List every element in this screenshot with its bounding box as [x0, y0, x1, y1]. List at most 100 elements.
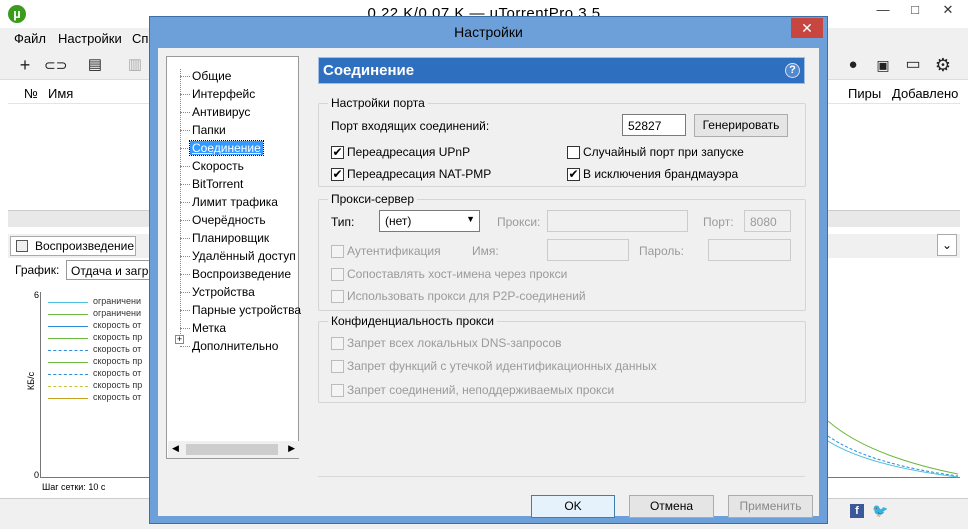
no-dns-checkbox[interactable] — [331, 337, 344, 350]
tree-item-10[interactable]: Удалённый доступ — [192, 248, 296, 264]
proxy-p2p-checkbox[interactable] — [331, 290, 344, 303]
tree-item-label: Удалённый доступ — [192, 249, 296, 263]
proxy-host-input[interactable] — [547, 210, 688, 232]
window-close-button[interactable]: ✕ — [933, 0, 963, 20]
legend-label: ограничени — [93, 296, 141, 306]
add-link-icon[interactable]: ⊂⊃ — [44, 54, 67, 76]
legend-line — [48, 314, 88, 315]
legend-label: скорость пр — [93, 332, 143, 342]
upnp-checkbox[interactable]: ✔ — [331, 146, 344, 159]
legend-line — [48, 350, 88, 351]
tab-playback[interactable]: Воспроизведение — [10, 236, 136, 256]
proxy-port-label: Порт: — [703, 215, 734, 229]
proxy-group-title: Прокси-сервер — [328, 192, 417, 206]
graph-legend: ограничени ограничени скорость от скорость … — [48, 296, 148, 416]
tree-connector — [180, 94, 190, 95]
apply-button[interactable]: Применить — [728, 495, 813, 518]
tree-item-4[interactable]: Соединение — [189, 140, 264, 156]
tree-item-8[interactable]: Очерёдность — [192, 212, 266, 228]
tree-item-7[interactable]: Лимит трафика — [192, 194, 278, 210]
tree-item-2[interactable]: Антивирус — [192, 104, 250, 120]
minimize-button[interactable]: — — [868, 0, 898, 20]
ok-button[interactable]: OK — [531, 495, 615, 518]
tree-expand-icon[interactable]: + — [175, 335, 184, 344]
proxy-type-select[interactable]: (нет) ▼ — [379, 210, 480, 232]
tree-item-label: Дополнительно — [192, 339, 279, 353]
tree-connector — [180, 292, 190, 293]
tree-item-label: Лимит трафика — [192, 195, 278, 209]
tree-item-1[interactable]: Интерфейс — [192, 86, 255, 102]
playback-icon — [16, 240, 28, 252]
twitter-icon[interactable]: 🐦 — [872, 503, 888, 519]
legend-label: скорость пр — [93, 356, 143, 366]
tree-item-12[interactable]: Устройства — [192, 284, 255, 300]
expand-chevron-icon[interactable]: ⌄ — [937, 234, 957, 256]
incoming-port-input[interactable]: 52827 — [622, 114, 686, 136]
legend-line — [48, 326, 88, 327]
no-leak-checkbox[interactable] — [331, 360, 344, 373]
col-peers[interactable]: Пиры — [848, 86, 881, 101]
tree-item-6[interactable]: BitTorrent — [192, 176, 243, 192]
scroll-left-icon[interactable]: ◀ — [172, 443, 179, 454]
tree-item-15[interactable]: Дополнительно — [192, 338, 278, 354]
settings-dialog: Настройки ✕ Общие Интерфейс Антивирус Папки… — [149, 16, 828, 524]
tree-item-label: BitTorrent — [192, 177, 244, 191]
legend-line — [48, 362, 88, 363]
facebook-icon[interactable]: f — [850, 504, 864, 518]
bulb-icon[interactable]: ● — [842, 54, 864, 76]
proxy-type-value: (нет) — [385, 214, 412, 228]
legend-line — [48, 302, 88, 303]
help-icon[interactable]: ? — [785, 63, 800, 78]
menu-settings[interactable]: Настройки — [58, 31, 122, 46]
natpmp-checkbox[interactable]: ✔ — [331, 168, 344, 181]
tree-item-14[interactable]: Метка — [192, 320, 226, 336]
delete-icon[interactable]: ▥ — [124, 54, 146, 76]
remote-icon[interactable]: ▭ — [902, 54, 924, 76]
tree-item-0[interactable]: Общие — [192, 68, 231, 84]
proxy-name-input[interactable] — [547, 239, 629, 261]
scroll-right-icon[interactable]: ▶ — [288, 443, 295, 454]
menu-help[interactable]: Сп — [132, 31, 148, 46]
gear-icon[interactable]: ⚙ — [932, 54, 954, 76]
tree-connector — [180, 310, 190, 311]
random-port-checkbox[interactable] — [567, 146, 580, 159]
proxy-auth-checkbox[interactable] — [331, 245, 344, 258]
dialog-close-button[interactable]: ✕ — [791, 18, 823, 38]
proxy-password-input[interactable] — [708, 239, 791, 261]
menu-file[interactable]: Файл — [14, 31, 46, 46]
maximize-button[interactable]: □ — [900, 0, 930, 20]
tree-connector — [180, 220, 190, 221]
tree-item-13[interactable]: Парные устройства — [192, 302, 301, 318]
create-torrent-icon[interactable]: ▤ — [84, 54, 106, 76]
no-unsupported-checkbox[interactable] — [331, 384, 344, 397]
tree-item-label: Парные устройства — [192, 303, 302, 317]
tree-connector — [180, 112, 190, 113]
tree-item-9[interactable]: Планировщик — [192, 230, 269, 246]
firewall-checkbox[interactable]: ✔ — [567, 168, 580, 181]
resolve-hosts-label: Сопоставлять хост-имена через прокси — [347, 267, 568, 281]
tree-connector — [180, 76, 190, 77]
resolve-hosts-checkbox[interactable] — [331, 268, 344, 281]
col-name[interactable]: Имя — [48, 86, 73, 101]
cancel-button[interactable]: Отмена — [629, 495, 714, 518]
legend-label: скорость от — [93, 368, 142, 378]
tree-item-5[interactable]: Скорость — [192, 158, 244, 174]
generate-button[interactable]: Генерировать — [694, 114, 788, 137]
no-dns-label: Запрет всех локальных DNS-запросов — [347, 336, 562, 350]
legend-label: скорость от — [93, 320, 142, 330]
tab-playback-label: Воспроизведение — [35, 239, 135, 253]
tree-item-3[interactable]: Папки — [192, 122, 226, 138]
chevron-down-icon: ▼ — [466, 214, 475, 224]
tree-connector — [180, 184, 190, 185]
proxy-port-input[interactable]: 8080 — [744, 210, 791, 232]
tree-connector — [180, 274, 190, 275]
tree-scrollbar[interactable]: ◀ ▶ — [168, 441, 299, 458]
tree-item-label: Папки — [192, 123, 226, 137]
tree-connector — [180, 130, 190, 131]
col-number[interactable]: № — [24, 86, 38, 101]
col-added[interactable]: Добавлено — [892, 86, 958, 101]
chat-icon[interactable]: ▣ — [872, 54, 894, 76]
tree-item-label: Интерфейс — [192, 87, 256, 101]
tree-item-11[interactable]: Воспроизведение — [192, 266, 291, 282]
add-torrent-icon[interactable]: + — [14, 54, 36, 76]
